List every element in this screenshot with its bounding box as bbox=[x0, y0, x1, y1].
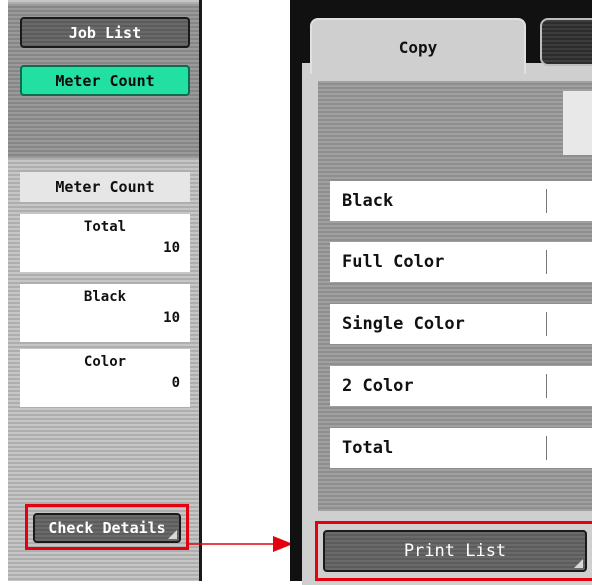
meter-count-button[interactable]: Meter Count bbox=[20, 65, 190, 96]
counter-label: Color bbox=[83, 354, 127, 370]
tab-next[interactable] bbox=[540, 18, 592, 66]
counter-row-2-color: 2 Color bbox=[330, 366, 592, 406]
counter-value: 10 bbox=[163, 310, 180, 326]
meter-count-header: Meter Count bbox=[20, 172, 190, 202]
counter-row-black: Black bbox=[330, 181, 592, 221]
row-label: Black bbox=[342, 191, 394, 211]
counter-row-single-color: Single Color bbox=[330, 304, 592, 344]
row-label: 2 Color bbox=[342, 376, 414, 396]
meter-count-panel: Job List Meter Count Meter Count Total 1… bbox=[8, 0, 202, 581]
row-divider bbox=[546, 436, 547, 460]
counter-total: Total 10 bbox=[20, 214, 190, 272]
counter-row-full-color: Full Color bbox=[330, 242, 592, 282]
tab-copy-label: Copy bbox=[398, 37, 438, 57]
button-corner-mark bbox=[574, 559, 583, 568]
panel-band-middle bbox=[8, 104, 199, 158]
counter-value: 10 bbox=[163, 240, 180, 256]
counter-label: Black bbox=[83, 289, 127, 305]
row-divider bbox=[546, 374, 547, 398]
print-list-button[interactable]: Print List bbox=[323, 530, 587, 572]
row-divider bbox=[546, 250, 547, 274]
row-divider bbox=[546, 189, 547, 213]
check-details-label: Check Details bbox=[48, 519, 166, 537]
counter-value: 0 bbox=[171, 375, 180, 391]
row-divider bbox=[546, 312, 547, 336]
counter-color: Color 0 bbox=[20, 349, 190, 407]
counter-row-total: Total bbox=[330, 428, 592, 468]
button-corner-mark bbox=[168, 530, 177, 539]
column-header-box bbox=[563, 91, 592, 155]
tab-copy[interactable]: Copy bbox=[310, 18, 526, 74]
meter-count-header-label: Meter Count bbox=[55, 178, 155, 196]
row-label: Total bbox=[342, 438, 394, 458]
job-list-label: Job List bbox=[68, 23, 142, 42]
meter-count-label: Meter Count bbox=[55, 71, 155, 90]
print-list-label: Print List bbox=[403, 541, 507, 561]
counter-label: Total bbox=[83, 219, 127, 235]
arrow-right-icon bbox=[189, 536, 293, 552]
row-label: Single Color bbox=[342, 314, 465, 334]
check-details-button[interactable]: Check Details bbox=[33, 513, 181, 543]
row-label: Full Color bbox=[342, 252, 445, 272]
job-list-button[interactable]: Job List bbox=[20, 17, 190, 48]
counter-black: Black 10 bbox=[20, 284, 190, 342]
